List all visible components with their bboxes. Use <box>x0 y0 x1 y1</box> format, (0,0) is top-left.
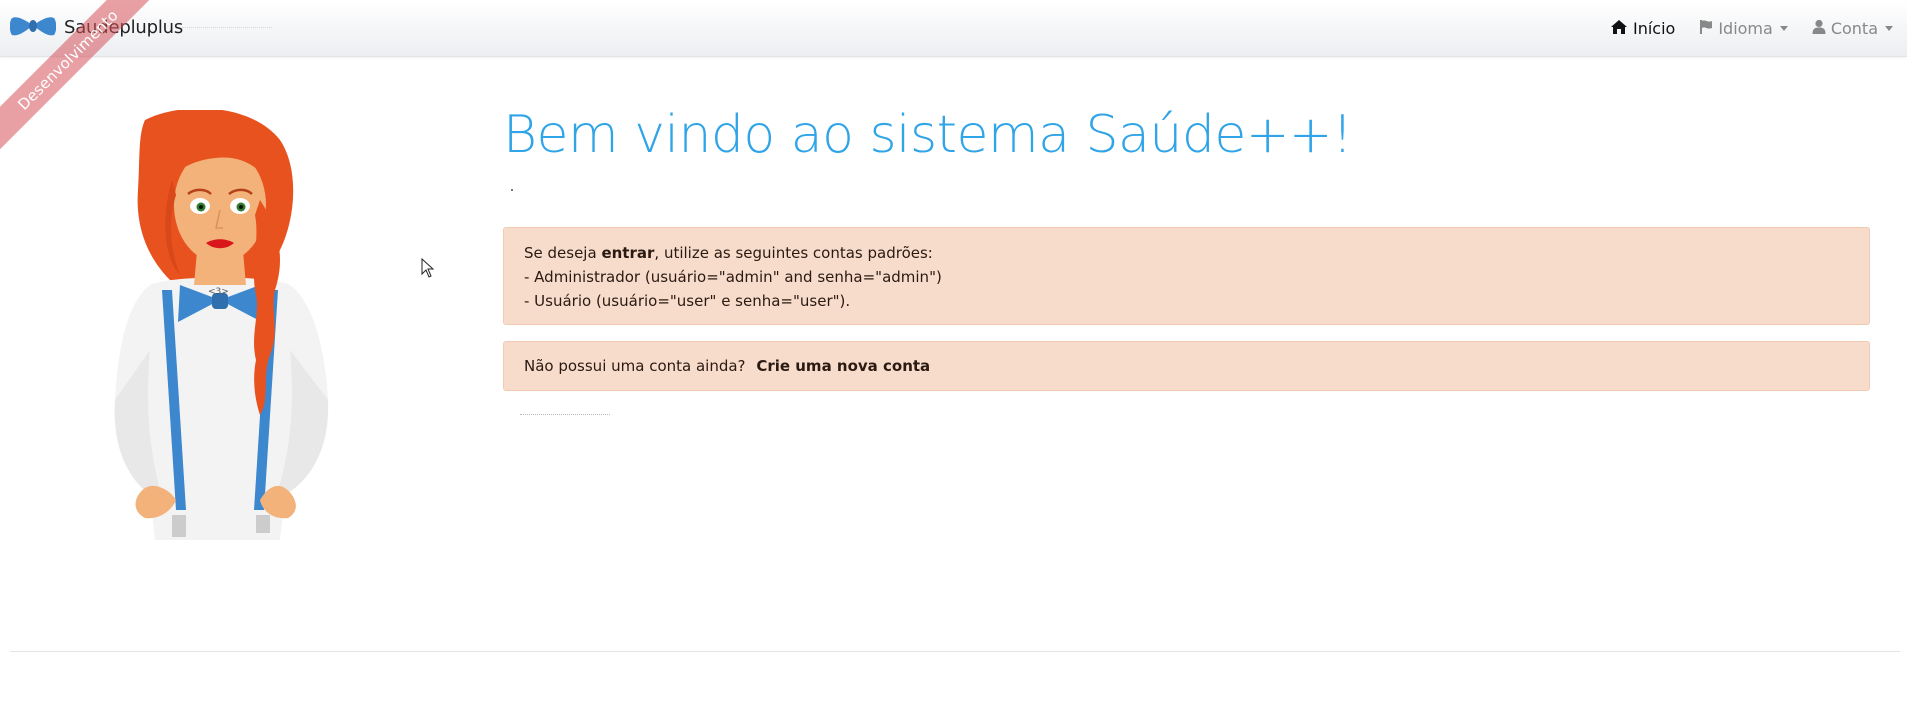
admin-account-line: - Administrador (usuário="admin" and sen… <box>524 268 942 286</box>
svg-text:<3>: <3> <box>208 287 229 297</box>
decorative-dot <box>511 189 513 191</box>
mascot-illustration: <3> <box>110 108 340 550</box>
nav-home-label: Início <box>1632 19 1676 38</box>
main-nav: Início Idioma Conta <box>1598 0 1907 57</box>
register-prompt: Não possui uma conta ainda? <box>524 357 746 375</box>
ghost-placeholder-line <box>520 411 610 415</box>
brand-name: Saudepluplus <box>64 16 184 38</box>
flag-icon <box>1699 19 1713 39</box>
bowtie-logo-icon <box>10 15 56 39</box>
nav-home[interactable]: Início <box>1598 0 1687 57</box>
nav-language-dropdown[interactable]: Idioma <box>1687 0 1800 57</box>
nav-language-label: Idioma <box>1718 19 1773 38</box>
brand-link[interactable]: Saudepluplus <box>10 12 183 42</box>
user-icon <box>1812 19 1826 39</box>
nav-account-label: Conta <box>1830 19 1878 38</box>
login-info-suffix: , utilize as seguintes contas padrões: <box>654 244 933 262</box>
top-navbar: Saudepluplus Início Idioma Conta <box>0 0 1907 57</box>
login-info-prefix: Se deseja <box>524 244 602 262</box>
register-link[interactable]: Crie uma nova conta <box>756 357 930 375</box>
nav-account-dropdown[interactable]: Conta <box>1800 0 1907 57</box>
home-icon <box>1610 19 1628 39</box>
chevron-down-icon <box>1779 26 1788 31</box>
chevron-down-icon <box>1885 26 1893 31</box>
footer-divider <box>10 651 1900 652</box>
login-info-strong[interactable]: entrar <box>601 244 654 262</box>
brand-ghost-line <box>182 22 272 28</box>
page-title: Bem vindo ao sistema Saúde++! <box>503 105 1353 165</box>
login-info-line: Se deseja entrar, utilize as seguintes c… <box>524 241 1849 265</box>
user-account-line: - Usuário (usuário="user" e senha="user"… <box>524 292 851 310</box>
login-info-alert: Se deseja entrar, utilize as seguintes c… <box>503 227 1870 325</box>
register-alert: Não possui uma conta ainda? Crie uma nov… <box>503 341 1870 391</box>
mouse-cursor-icon <box>421 257 435 282</box>
